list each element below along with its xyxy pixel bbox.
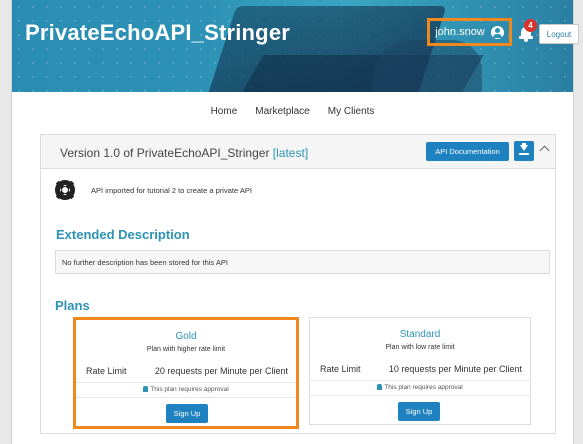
site-title[interactable]: PrivateEchoAPI_Stringer [25,20,290,46]
nav-marketplace[interactable]: Marketplace [255,106,309,117]
banner-hand-image [372,40,482,92]
notification-badge: 4 [524,19,537,32]
rate-limit-value: 10 requests per Minute per Client [388,364,522,374]
rate-limit-label: Rate Limit [86,366,127,376]
user-approval-icon [143,386,149,392]
api-version-title: Version 1.0 of PrivateEchoAPI_Stringer [… [60,146,308,160]
username: john.snow [435,26,485,38]
approval-text: This plan requires approval [384,384,463,391]
api-panel-header[interactable]: Version 1.0 of PrivateEchoAPI_Stringer [… [41,135,555,169]
api-lifebuoy-icon-center [61,186,69,194]
plan-description: Plan with higher rate limit [146,346,226,353]
approval-note: This plan requires approval [310,384,530,391]
plan-description: Plan with low rate limit [385,344,455,351]
divider [76,382,296,383]
download-button[interactable] [514,141,534,161]
approval-text: This plan requires approval [150,386,229,393]
latest-tag: [latest] [272,146,309,160]
extended-description-heading: Extended Description [56,227,190,242]
plan-card-standard: Standard Plan with low rate limit Rate L… [309,317,531,425]
header-banner: PrivateEchoAPI_Stringer [12,0,573,92]
plan-card-gold: Gold Plan with higher rate limit Rate Li… [73,317,299,429]
api-summary: API imported for tutorial 2 to create a … [91,186,252,195]
window-frame-right [573,0,583,444]
collapse-chevron-up-icon[interactable] [539,145,550,156]
rate-limit-label: Rate Limit [320,364,361,374]
window-frame-left [0,0,12,444]
user-menu[interactable]: john.snow [427,18,512,46]
logout-button[interactable]: Logout [539,24,579,44]
plan-name: Standard [399,329,441,340]
nav-home[interactable]: Home [211,106,238,117]
rate-limit-value: 20 requests per Minute per Client [154,366,288,376]
nav-my-clients[interactable]: My Clients [328,106,375,117]
api-documentation-button[interactable]: API Documentation [426,142,509,161]
divider [310,380,530,381]
plans-heading: Plans [55,298,90,313]
api-detail-panel: Version 1.0 of PrivateEchoAPI_Stringer [… [40,134,556,434]
user-approval-icon [377,384,383,390]
extended-description-box: No further description has been stored f… [55,250,550,274]
approval-note: This plan requires approval [76,386,296,393]
user-avatar-icon [490,25,504,39]
api-version-text: Version 1.0 of PrivateEchoAPI_Stringer [60,146,270,160]
plan-name: Gold [175,331,197,342]
main-nav: Home Marketplace My Clients [12,106,573,117]
divider [76,397,296,398]
divider [310,395,530,396]
sign-up-button-gold[interactable]: Sign Up [166,404,208,423]
sign-up-button-standard[interactable]: Sign Up [398,402,440,421]
